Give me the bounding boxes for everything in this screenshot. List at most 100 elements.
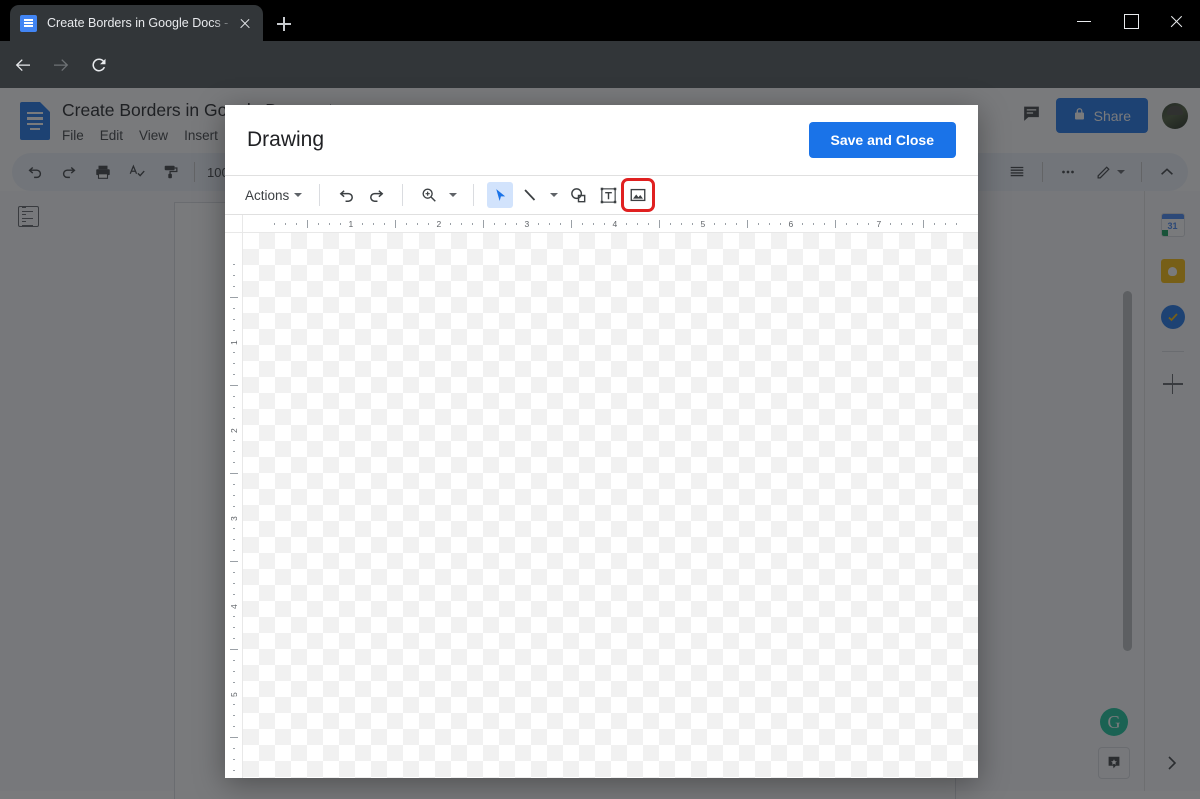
tab-close-icon[interactable] <box>235 13 255 33</box>
ruler-tick <box>230 297 238 298</box>
ruler-tick <box>233 418 235 419</box>
ruler-tick <box>233 462 235 463</box>
drawing-dialog-header: Drawing Save and Close <box>225 105 978 175</box>
browser-title-bar: Create Borders in Google Docs - <box>0 0 1200 41</box>
ruler-tick <box>285 223 286 225</box>
ruler-tick <box>233 528 235 529</box>
forward-arrow-icon[interactable] <box>46 50 76 80</box>
shape-icon[interactable] <box>565 182 591 208</box>
ruler-tick <box>593 223 594 225</box>
ruler-tick <box>637 223 638 225</box>
ruler-tick <box>890 223 891 225</box>
reload-icon[interactable] <box>84 50 114 80</box>
ruler-tick <box>857 223 858 225</box>
ruler-tick <box>233 308 235 309</box>
ruler-corner <box>225 215 243 233</box>
window-maximize-icon[interactable] <box>1108 0 1154 41</box>
text-box-icon[interactable] <box>595 182 621 208</box>
ruler-tick <box>233 539 235 540</box>
insert-image-icon[interactable] <box>625 182 651 208</box>
ruler-tick <box>747 220 748 228</box>
toolbar-divider <box>402 184 403 206</box>
save-and-close-button[interactable]: Save and Close <box>809 122 957 158</box>
ruler-tick <box>549 223 550 225</box>
ruler-tick <box>626 223 627 225</box>
ruler-tick <box>274 223 275 225</box>
window-close-icon[interactable] <box>1154 0 1200 41</box>
drawing-canvas-area[interactable]: 1234567 12345 <box>225 215 978 778</box>
drawing-dialog: Drawing Save and Close Actions <box>225 105 978 778</box>
ruler-tick <box>233 572 235 573</box>
ruler-tick <box>681 223 682 225</box>
ruler-tick <box>802 223 803 225</box>
ruler-tick <box>934 223 935 225</box>
ruler-tick <box>233 451 235 452</box>
ruler-label: 5 <box>701 219 706 229</box>
ruler-tick <box>233 275 235 276</box>
ruler-tick <box>233 671 235 672</box>
ruler-tick <box>233 495 235 496</box>
ruler-tick <box>230 385 238 386</box>
ruler-tick <box>233 583 235 584</box>
ruler-tick <box>494 223 495 225</box>
line-icon[interactable] <box>517 182 543 208</box>
ruler-tick <box>692 223 693 225</box>
ruler-tick <box>604 223 605 225</box>
ruler-tick <box>516 223 517 225</box>
browser-tab[interactable]: Create Borders in Google Docs - <box>10 5 263 41</box>
ruler-tick <box>725 223 726 225</box>
ruler-tick <box>233 682 235 683</box>
ruler-tick <box>736 223 737 225</box>
ruler-tick <box>560 223 561 225</box>
ruler-tick <box>233 484 235 485</box>
ruler-tick <box>384 223 385 225</box>
ruler-tick <box>868 223 869 225</box>
ruler-tick <box>472 223 473 225</box>
ruler-tick <box>329 223 330 225</box>
ruler-tick <box>230 737 238 738</box>
drawing-canvas[interactable] <box>243 233 978 778</box>
select-cursor-icon[interactable] <box>487 182 513 208</box>
ruler-tick <box>233 770 235 771</box>
ruler-tick <box>714 223 715 225</box>
ruler-tick <box>450 223 451 225</box>
ruler-tick <box>956 223 957 225</box>
redo-icon[interactable] <box>363 182 389 208</box>
ruler-tick <box>233 726 235 727</box>
ruler-label: 4 <box>229 604 239 609</box>
ruler-tick <box>648 223 649 225</box>
ruler-tick <box>233 330 235 331</box>
ruler-tick <box>233 594 235 595</box>
ruler-label: 7 <box>877 219 882 229</box>
ruler-tick <box>230 561 238 562</box>
ruler-tick <box>461 223 462 225</box>
ruler-tick <box>483 220 484 228</box>
drawing-toolbar: Actions <box>225 175 978 215</box>
ruler-label: 2 <box>229 428 239 433</box>
toolbar-divider <box>319 184 320 206</box>
ruler-tick <box>233 627 235 628</box>
ruler-tick <box>233 264 235 265</box>
ruler-tick <box>846 223 847 225</box>
window-minimize-icon[interactable] <box>1062 0 1108 41</box>
ruler-tick <box>923 220 924 228</box>
ruler-label: 1 <box>229 340 239 345</box>
line-dropdown-caret-icon[interactable] <box>547 182 561 208</box>
ruler-tick <box>296 223 297 225</box>
new-tab-button[interactable] <box>272 12 296 36</box>
zoom-in-icon[interactable] <box>416 182 442 208</box>
undo-icon[interactable] <box>333 182 359 208</box>
ruler-tick <box>813 223 814 225</box>
zoom-dropdown-caret-icon[interactable] <box>446 182 460 208</box>
back-arrow-icon[interactable] <box>8 50 38 80</box>
ruler-tick <box>233 506 235 507</box>
ruler-tick <box>362 223 363 225</box>
ruler-tick <box>945 223 946 225</box>
actions-menu[interactable]: Actions <box>241 185 306 206</box>
browser-tab-title: Create Borders in Google Docs - <box>47 16 235 30</box>
ruler-tick <box>824 223 825 225</box>
browser-toolbar: docs.google.com/document/d/1_9YUqHxlXvYm… <box>0 41 1200 88</box>
ruler-tick <box>912 223 913 225</box>
ruler-tick <box>233 319 235 320</box>
google-docs-favicon-icon <box>20 15 37 32</box>
